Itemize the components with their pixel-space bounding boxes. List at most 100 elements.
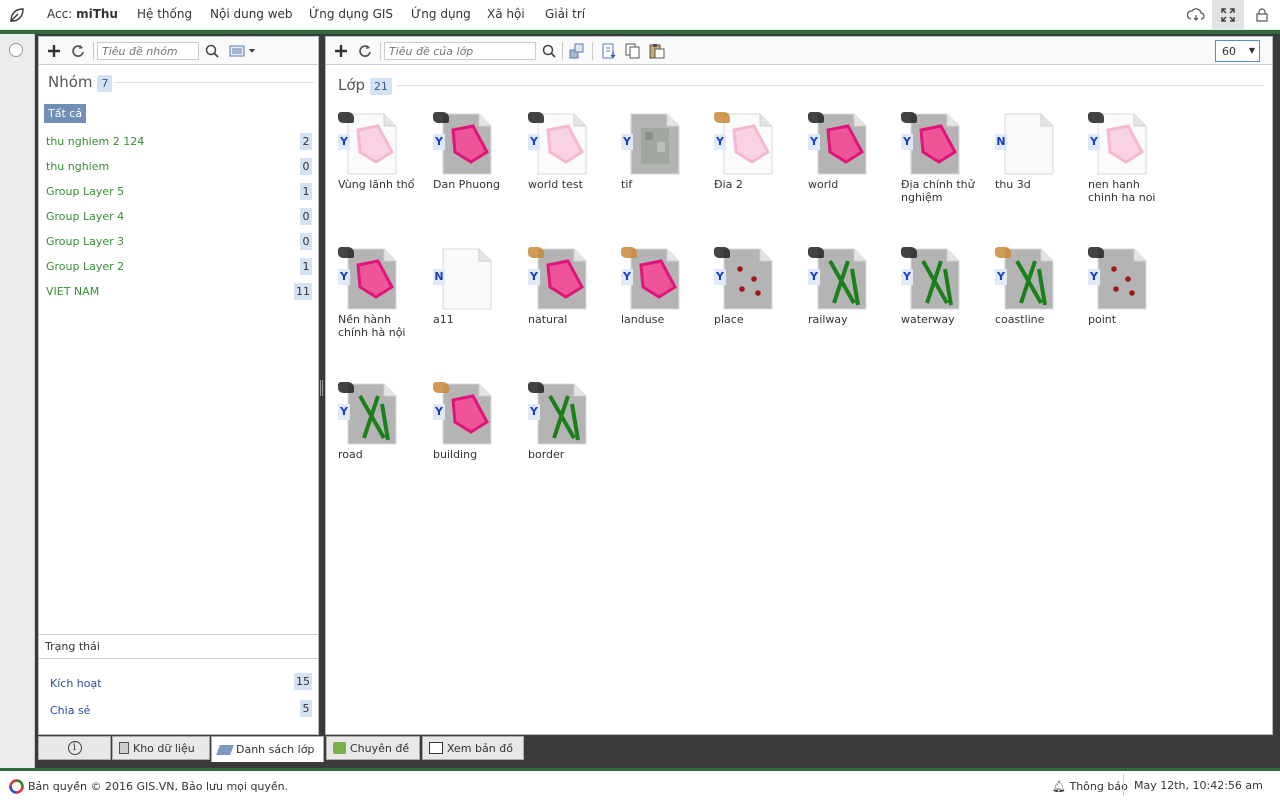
paste-icon[interactable] — [648, 42, 666, 60]
group-item[interactable]: Group Layer 4 — [46, 210, 124, 223]
layer-section-title: Lớp 21 — [338, 76, 392, 95]
layer-status-flag: Y — [528, 404, 540, 420]
toolbar-divider — [380, 42, 381, 60]
group-item-count: 1 — [300, 183, 312, 200]
tab-danh-sach-lop[interactable]: Danh sách lớp — [211, 736, 324, 762]
status-item-shared[interactable]: Chia sẻ — [50, 704, 90, 717]
world-map-icon — [808, 112, 824, 123]
title-rule — [114, 82, 314, 83]
world-map-icon — [808, 247, 824, 258]
layer-search-input[interactable] — [384, 42, 536, 60]
layer-name: building — [433, 448, 478, 461]
bell-icon: 🔔︎ — [1052, 780, 1066, 793]
layer-status-flag: N — [433, 269, 445, 285]
menu-xa-hoi[interactable]: Xã hội — [487, 7, 525, 21]
layer-count-badge: 21 — [369, 78, 392, 95]
menu-ung-dung[interactable]: Ứng dụng — [411, 7, 471, 21]
notification-button[interactable]: 🔔︎ Thông báo — [1052, 780, 1128, 793]
refresh-layers-icon[interactable] — [356, 42, 374, 60]
leaf-logo-icon[interactable] — [8, 6, 26, 24]
world-map-icon — [433, 112, 449, 123]
tab-chuyen-de[interactable]: Chuyên đề — [326, 736, 420, 760]
layer-name: point — [1088, 313, 1117, 326]
menu-giai-tri[interactable]: Giải trí — [545, 7, 585, 21]
layer-file-icon: Y — [528, 382, 588, 446]
lock-icon[interactable] — [1246, 0, 1278, 30]
layer-status-flag: Y — [714, 134, 726, 150]
layer-status-flag: Y — [808, 269, 820, 285]
layer-name: Nền hành chính hà nội — [338, 313, 406, 339]
menu-noi-dung-web[interactable]: Nội dung web — [210, 7, 293, 21]
layer-name: railway — [808, 313, 848, 326]
datetime-display: May 12th, 10:42:56 am — [1134, 779, 1263, 792]
status-item-active[interactable]: Kích hoạt — [50, 677, 102, 690]
fullscreen-icon[interactable] — [1212, 0, 1244, 30]
layer-name: Địa chính thử nghiệm — [901, 178, 975, 204]
account-label[interactable]: Acc: miThu — [47, 7, 118, 21]
page-size-value: 60 — [1222, 45, 1236, 58]
group-search-input[interactable] — [97, 42, 199, 60]
group-item[interactable]: thu nghiem 2 124 — [46, 135, 144, 148]
title-rule — [396, 85, 1264, 86]
group-item[interactable]: VIET NAM — [46, 285, 99, 298]
layer-name: road — [338, 448, 363, 461]
search-icon[interactable] — [540, 42, 558, 60]
copy-icon[interactable] — [624, 42, 642, 60]
tab-label: Chuyên đề — [350, 741, 410, 755]
group-count-badge: 7 — [97, 75, 113, 92]
menu-he-thong[interactable]: Hệ thống — [137, 7, 192, 21]
add-layer-icon[interactable] — [332, 42, 350, 60]
tab-info[interactable]: i — [38, 736, 111, 760]
tab-label: Danh sách lớp — [236, 743, 315, 756]
layer-name: natural — [528, 313, 568, 326]
layer-status-flag: Y — [528, 269, 540, 285]
menu-ung-dung-gis[interactable]: Ứng dụng GIS — [309, 7, 393, 21]
world-map-icon — [901, 112, 917, 123]
cloud-sync-icon[interactable] — [1180, 0, 1212, 30]
shared-hand-icon — [433, 382, 449, 393]
layer-status-flag: Y — [338, 404, 350, 420]
layer-status-flag: Y — [621, 134, 633, 150]
group-title-text: Nhóm — [48, 73, 93, 91]
refresh-groups-icon[interactable] — [69, 42, 87, 60]
group-item[interactable]: Group Layer 3 — [46, 235, 124, 248]
group-toolbar — [39, 37, 318, 65]
tab-kho-du-lieu[interactable]: Kho dữ liệu — [112, 736, 210, 760]
layer-name: a11 — [433, 313, 454, 326]
group-section-title: Nhóm 7 — [48, 73, 113, 92]
layer-file-icon: Y — [995, 247, 1055, 311]
info-icon: i — [67, 741, 82, 755]
search-icon[interactable] — [203, 42, 221, 60]
collapsed-side-strip — [0, 34, 35, 768]
status-title: Trạng thái — [39, 635, 318, 659]
layer-name: thu 3d — [995, 178, 1031, 191]
expand-panel-icon[interactable] — [9, 43, 23, 57]
group-item[interactable]: Group Layer 2 — [46, 260, 124, 273]
shared-hand-icon — [714, 112, 730, 123]
chevron-down-icon: ▼ — [1248, 46, 1255, 55]
group-item[interactable]: thu nghiem — [46, 160, 109, 173]
layer-status-flag: Y — [714, 269, 726, 285]
account-prefix: Acc: — [47, 7, 73, 21]
view-mode-dropdown-icon[interactable] — [229, 42, 259, 60]
panel-splitter[interactable] — [320, 380, 323, 396]
layer-file-icon: Y — [714, 247, 774, 311]
group-item[interactable]: Group Layer 5 — [46, 185, 124, 198]
tab-xem-ban-do[interactable]: Xem bản đồ — [422, 736, 524, 760]
layer-name: Đia 2 — [714, 178, 743, 191]
layer-status-flag: Y — [433, 404, 445, 420]
import-icon[interactable] — [600, 42, 618, 60]
world-map-icon — [528, 112, 544, 123]
status-section: Trạng thái Kích hoạt 15 Chia sẻ 5 — [39, 634, 318, 734]
layer-status-flag: Y — [338, 134, 350, 150]
layer-file-icon: Y — [901, 112, 961, 176]
shared-hand-icon — [528, 247, 544, 258]
all-groups-button[interactable]: Tất cả — [44, 104, 87, 123]
page-size-select[interactable]: 60 ▼ — [1215, 40, 1260, 62]
add-group-icon[interactable] — [45, 42, 63, 60]
world-map-icon — [901, 247, 917, 258]
group-item-count: 11 — [294, 283, 312, 300]
copyright-text: Bản quyền © 2016 GIS.VN, Bảo lưu mọi quy… — [28, 780, 289, 793]
layer-name: nen hanh chinh ha noi — [1088, 178, 1156, 204]
move-layer-icon[interactable] — [568, 42, 586, 60]
